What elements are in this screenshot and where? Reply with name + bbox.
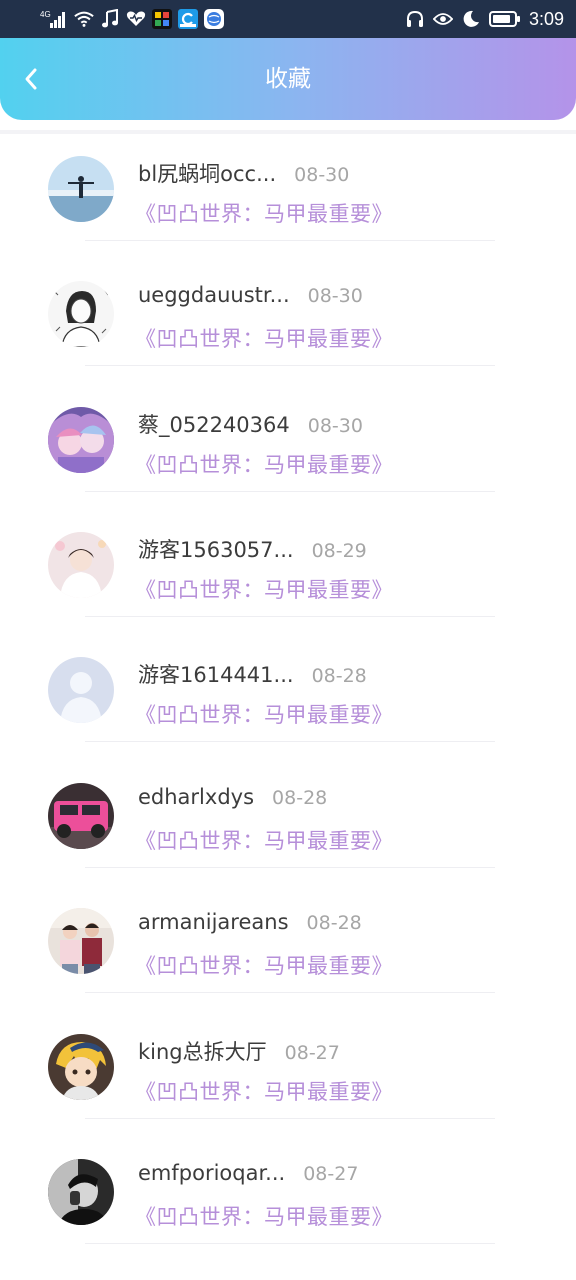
- novel-title-link[interactable]: 《凹凸世界：马甲最重要》: [135, 198, 393, 228]
- status-bar-right: 3:09: [405, 6, 564, 32]
- avatar[interactable]: [48, 783, 114, 849]
- health-heart-icon: [126, 9, 146, 29]
- favorite-item[interactable]: armanijareans 08-28 《凹凸世界：马甲最重要》: [0, 872, 576, 997]
- battery-icon: [488, 9, 521, 29]
- avatar[interactable]: [48, 407, 114, 473]
- user-name: 游客1563057... 08-29: [138, 534, 367, 564]
- moon-icon: [461, 9, 481, 29]
- divider: [85, 365, 495, 366]
- divider: [85, 491, 495, 492]
- clock-time: 3:09: [528, 8, 564, 29]
- user-name: 蔡_052240364 08-30: [138, 409, 363, 439]
- user-name-text: bl尻蜗垌occ...: [138, 162, 277, 186]
- back-button[interactable]: [14, 62, 48, 96]
- avatar[interactable]: [48, 281, 114, 347]
- user-name-text: armanijareans: [138, 910, 289, 934]
- headphones-icon: [405, 9, 425, 29]
- favorite-item[interactable]: 蔡_052240364 08-30 《凹凸世界：马甲最重要》: [0, 371, 576, 496]
- user-name: king总拆大厅 08-27: [138, 1036, 340, 1066]
- novel-title-link[interactable]: 《凹凸世界：马甲最重要》: [135, 449, 393, 479]
- novel-title-link[interactable]: 《凹凸世界：马甲最重要》: [135, 950, 393, 980]
- divider: [85, 616, 495, 617]
- avatar[interactable]: [48, 532, 114, 598]
- chevron-left-icon: [25, 68, 37, 90]
- favorite-item[interactable]: 游客1563057... 08-29 《凹凸世界：马甲最重要》: [0, 496, 576, 621]
- favorite-item[interactable]: bl尻蜗垌occ... 08-30 《凹凸世界：马甲最重要》: [0, 120, 576, 245]
- item-date: 08-29: [311, 540, 367, 562]
- avatar[interactable]: [48, 1034, 114, 1100]
- user-name-text: 蔡_052240364: [138, 413, 290, 437]
- item-date: 08-30: [294, 164, 350, 186]
- user-name-text: 游客1614441...: [138, 663, 294, 687]
- user-name: edharlxdys 08-28: [138, 785, 327, 809]
- item-date: 08-27: [284, 1042, 340, 1064]
- item-date: 08-28: [272, 787, 328, 809]
- user-name-text: ueggdauustr...: [138, 283, 290, 307]
- music-note-icon: [100, 9, 120, 29]
- favorite-item[interactable]: emfporioqar... 08-27 《凹凸世界：马甲最重要》: [0, 1123, 576, 1248]
- item-date: 08-28: [306, 912, 362, 934]
- novel-title-link[interactable]: 《凹凸世界：马甲最重要》: [135, 1076, 393, 1106]
- avatar[interactable]: [48, 657, 114, 723]
- favorite-item[interactable]: edharlxdys 08-28 《凹凸世界：马甲最重要》: [0, 747, 576, 872]
- svg-text:4G: 4G: [40, 10, 51, 19]
- avatar[interactable]: [48, 908, 114, 974]
- divider: [85, 867, 495, 868]
- item-date: 08-28: [311, 665, 367, 687]
- user-name-text: king总拆大厅: [138, 1040, 267, 1064]
- status-bar: 4G 3:09: [0, 0, 576, 38]
- avatar[interactable]: [48, 1159, 114, 1225]
- novel-title-link[interactable]: 《凹凸世界：马甲最重要》: [135, 1201, 393, 1231]
- novel-title-link[interactable]: 《凹凸世界：马甲最重要》: [135, 574, 393, 604]
- avatar[interactable]: [48, 156, 114, 222]
- app-header: 收藏: [0, 38, 576, 120]
- user-name: bl尻蜗垌occ... 08-30: [138, 158, 349, 188]
- favorite-item[interactable]: king总拆大厅 08-27 《凹凸世界：马甲最重要》: [0, 998, 576, 1123]
- eye-icon: [432, 9, 453, 29]
- user-name: armanijareans 08-28: [138, 910, 362, 934]
- divider: [85, 1243, 495, 1244]
- favorite-item[interactable]: 游客1614441... 08-28 《凹凸世界：马甲最重要》: [0, 621, 576, 746]
- favorite-item[interactable]: ueggdauustr... 08-30 《凹凸世界：马甲最重要》: [0, 245, 576, 370]
- user-name: emfporioqar... 08-27: [138, 1161, 358, 1185]
- divider: [85, 992, 495, 993]
- wifi-icon: [74, 9, 94, 29]
- divider: [85, 741, 495, 742]
- divider: [85, 1118, 495, 1119]
- user-name-text: emfporioqar...: [138, 1161, 286, 1185]
- item-date: 08-30: [307, 415, 363, 437]
- item-date: 08-27: [303, 1163, 359, 1185]
- app-grid-icon: [152, 9, 172, 29]
- globe-app-icon: [204, 9, 224, 29]
- user-name-text: 游客1563057...: [138, 538, 294, 562]
- user-name: 游客1614441... 08-28: [138, 659, 367, 689]
- item-date: 08-30: [307, 285, 363, 307]
- browser-app-icon: [178, 9, 198, 29]
- novel-title-link[interactable]: 《凹凸世界：马甲最重要》: [135, 323, 393, 353]
- status-bar-left: 4G: [40, 6, 224, 32]
- user-name: ueggdauustr... 08-30: [138, 283, 363, 307]
- novel-title-link[interactable]: 《凹凸世界：马甲最重要》: [135, 825, 393, 855]
- cellular-signal-icon: 4G: [40, 9, 68, 29]
- novel-title-link[interactable]: 《凹凸世界：马甲最重要》: [135, 699, 393, 729]
- user-name-text: edharlxdys: [138, 785, 255, 809]
- page-title: 收藏: [265, 66, 311, 92]
- divider: [85, 240, 495, 241]
